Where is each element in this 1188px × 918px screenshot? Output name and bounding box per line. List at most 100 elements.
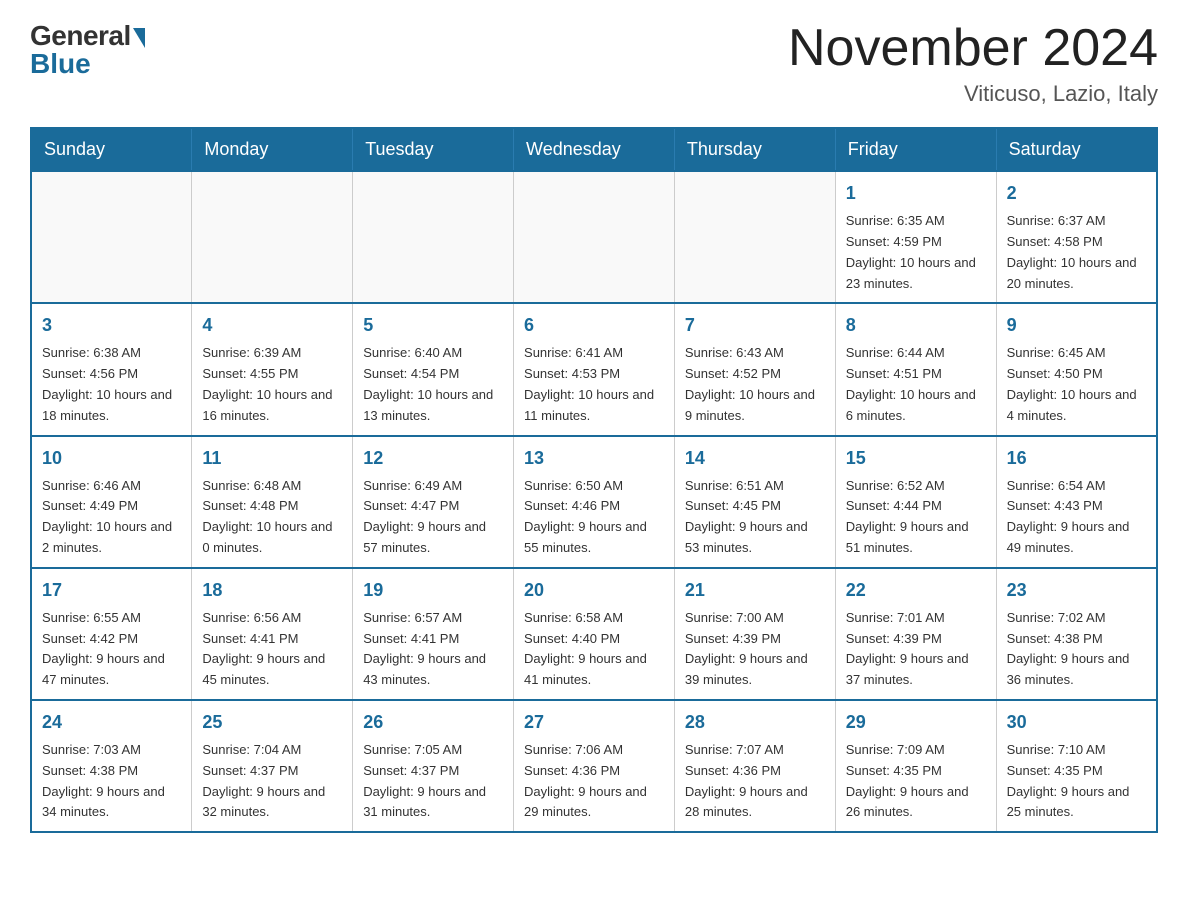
- day-number: 14: [685, 445, 825, 472]
- calendar-day-cell: 19 Sunrise: 6:57 AM Sunset: 4:41 PM Dayli…: [353, 568, 514, 700]
- calendar-week-row: 3 Sunrise: 6:38 AM Sunset: 4:56 PM Daylig…: [31, 303, 1157, 435]
- calendar-week-row: 10 Sunrise: 6:46 AM Sunset: 4:49 PM Dayli…: [31, 436, 1157, 568]
- calendar-day-cell: [514, 171, 675, 303]
- day-info: Sunrise: 6:54 AM Sunset: 4:43 PM Dayligh…: [1007, 476, 1146, 559]
- calendar-day-cell: 4 Sunrise: 6:39 AM Sunset: 4:55 PM Daylig…: [192, 303, 353, 435]
- day-info: Sunrise: 6:51 AM Sunset: 4:45 PM Dayligh…: [685, 476, 825, 559]
- day-number: 24: [42, 709, 181, 736]
- day-number: 2: [1007, 180, 1146, 207]
- day-number: 17: [42, 577, 181, 604]
- calendar-day-cell: 30Sunrise: 7:10 AM Sunset: 4:35 PM Dayli…: [996, 700, 1157, 832]
- day-info: Sunrise: 7:01 AM Sunset: 4:39 PM Dayligh…: [846, 608, 986, 691]
- day-number: 28: [685, 709, 825, 736]
- day-number: 6: [524, 312, 664, 339]
- calendar-day-cell: 13Sunrise: 6:50 AM Sunset: 4:46 PM Dayli…: [514, 436, 675, 568]
- location-text: Viticuso, Lazio, Italy: [788, 81, 1158, 107]
- day-info: Sunrise: 6:40 AM Sunset: 4:54 PM Dayligh…: [363, 343, 503, 426]
- day-info: Sunrise: 7:10 AM Sunset: 4:35 PM Dayligh…: [1007, 740, 1146, 823]
- day-info: Sunrise: 6:48 AM Sunset: 4:48 PM Dayligh…: [202, 476, 342, 559]
- day-number: 5: [363, 312, 503, 339]
- calendar-day-cell: 3 Sunrise: 6:38 AM Sunset: 4:56 PM Daylig…: [31, 303, 192, 435]
- day-info: Sunrise: 6:44 AM Sunset: 4:51 PM Dayligh…: [846, 343, 986, 426]
- calendar-day-cell: 10 Sunrise: 6:46 AM Sunset: 4:49 PM Dayli…: [31, 436, 192, 568]
- calendar-day-cell: 8Sunrise: 6:44 AM Sunset: 4:51 PM Daylig…: [835, 303, 996, 435]
- calendar-day-cell: [31, 171, 192, 303]
- day-number: 1: [846, 180, 986, 207]
- calendar-day-cell: 22 Sunrise: 7:01 AM Sunset: 4:39 PM Dayli…: [835, 568, 996, 700]
- calendar-day-cell: 29 Sunrise: 7:09 AM Sunset: 4:35 PM Dayli…: [835, 700, 996, 832]
- day-info: Sunrise: 7:00 AM Sunset: 4:39 PM Dayligh…: [685, 608, 825, 691]
- calendar-table: SundayMondayTuesdayWednesdayThursdayFrid…: [30, 127, 1158, 833]
- calendar-day-cell: 7Sunrise: 6:43 AM Sunset: 4:52 PM Daylig…: [674, 303, 835, 435]
- day-info: Sunrise: 7:09 AM Sunset: 4:35 PM Dayligh…: [846, 740, 986, 823]
- calendar-header-cell: Thursday: [674, 128, 835, 171]
- calendar-header-cell: Monday: [192, 128, 353, 171]
- day-info: Sunrise: 6:43 AM Sunset: 4:52 PM Dayligh…: [685, 343, 825, 426]
- calendar-day-cell: 5 Sunrise: 6:40 AM Sunset: 4:54 PM Daylig…: [353, 303, 514, 435]
- day-info: Sunrise: 7:03 AM Sunset: 4:38 PM Dayligh…: [42, 740, 181, 823]
- day-number: 4: [202, 312, 342, 339]
- calendar-day-cell: 6 Sunrise: 6:41 AM Sunset: 4:53 PM Daylig…: [514, 303, 675, 435]
- day-number: 18: [202, 577, 342, 604]
- calendar-day-cell: 2Sunrise: 6:37 AM Sunset: 4:58 PM Daylig…: [996, 171, 1157, 303]
- calendar-day-cell: 24 Sunrise: 7:03 AM Sunset: 4:38 PM Dayli…: [31, 700, 192, 832]
- day-number: 16: [1007, 445, 1146, 472]
- calendar-day-cell: 15 Sunrise: 6:52 AM Sunset: 4:44 PM Dayli…: [835, 436, 996, 568]
- day-info: Sunrise: 6:39 AM Sunset: 4:55 PM Dayligh…: [202, 343, 342, 426]
- day-number: 26: [363, 709, 503, 736]
- day-info: Sunrise: 6:35 AM Sunset: 4:59 PM Dayligh…: [846, 211, 986, 294]
- calendar-day-cell: 23Sunrise: 7:02 AM Sunset: 4:38 PM Dayli…: [996, 568, 1157, 700]
- day-number: 15: [846, 445, 986, 472]
- calendar-day-cell: [674, 171, 835, 303]
- day-info: Sunrise: 6:50 AM Sunset: 4:46 PM Dayligh…: [524, 476, 664, 559]
- calendar-day-cell: 9Sunrise: 6:45 AM Sunset: 4:50 PM Daylig…: [996, 303, 1157, 435]
- calendar-day-cell: 25Sunrise: 7:04 AM Sunset: 4:37 PM Dayli…: [192, 700, 353, 832]
- day-info: Sunrise: 6:56 AM Sunset: 4:41 PM Dayligh…: [202, 608, 342, 691]
- day-info: Sunrise: 7:02 AM Sunset: 4:38 PM Dayligh…: [1007, 608, 1146, 691]
- calendar-day-cell: [192, 171, 353, 303]
- calendar-body: 1 Sunrise: 6:35 AM Sunset: 4:59 PM Daylig…: [31, 171, 1157, 832]
- calendar-week-row: 24 Sunrise: 7:03 AM Sunset: 4:38 PM Dayli…: [31, 700, 1157, 832]
- day-info: Sunrise: 6:46 AM Sunset: 4:49 PM Dayligh…: [42, 476, 181, 559]
- calendar-header-cell: Friday: [835, 128, 996, 171]
- day-info: Sunrise: 7:05 AM Sunset: 4:37 PM Dayligh…: [363, 740, 503, 823]
- calendar-day-cell: 1 Sunrise: 6:35 AM Sunset: 4:59 PM Daylig…: [835, 171, 996, 303]
- day-number: 27: [524, 709, 664, 736]
- day-info: Sunrise: 6:38 AM Sunset: 4:56 PM Dayligh…: [42, 343, 181, 426]
- calendar-header: SundayMondayTuesdayWednesdayThursdayFrid…: [31, 128, 1157, 171]
- title-block: November 2024 Viticuso, Lazio, Italy: [788, 20, 1158, 107]
- day-number: 9: [1007, 312, 1146, 339]
- calendar-day-cell: 17Sunrise: 6:55 AM Sunset: 4:42 PM Dayli…: [31, 568, 192, 700]
- calendar-week-row: 1 Sunrise: 6:35 AM Sunset: 4:59 PM Daylig…: [31, 171, 1157, 303]
- day-number: 19: [363, 577, 503, 604]
- logo-arrow-icon: [133, 28, 145, 48]
- day-number: 22: [846, 577, 986, 604]
- calendar-week-row: 17Sunrise: 6:55 AM Sunset: 4:42 PM Dayli…: [31, 568, 1157, 700]
- calendar-day-cell: 28 Sunrise: 7:07 AM Sunset: 4:36 PM Dayli…: [674, 700, 835, 832]
- calendar-day-cell: 11Sunrise: 6:48 AM Sunset: 4:48 PM Dayli…: [192, 436, 353, 568]
- calendar-header-cell: Sunday: [31, 128, 192, 171]
- month-title: November 2024: [788, 20, 1158, 77]
- day-number: 21: [685, 577, 825, 604]
- day-info: Sunrise: 7:06 AM Sunset: 4:36 PM Dayligh…: [524, 740, 664, 823]
- calendar-day-cell: 20Sunrise: 6:58 AM Sunset: 4:40 PM Dayli…: [514, 568, 675, 700]
- calendar-day-cell: 27 Sunrise: 7:06 AM Sunset: 4:36 PM Dayli…: [514, 700, 675, 832]
- day-info: Sunrise: 7:04 AM Sunset: 4:37 PM Dayligh…: [202, 740, 342, 823]
- day-info: Sunrise: 6:41 AM Sunset: 4:53 PM Dayligh…: [524, 343, 664, 426]
- day-number: 10: [42, 445, 181, 472]
- calendar-day-cell: [353, 171, 514, 303]
- day-info: Sunrise: 7:07 AM Sunset: 4:36 PM Dayligh…: [685, 740, 825, 823]
- calendar-header-cell: Wednesday: [514, 128, 675, 171]
- calendar-day-cell: 21 Sunrise: 7:00 AM Sunset: 4:39 PM Dayli…: [674, 568, 835, 700]
- day-info: Sunrise: 6:57 AM Sunset: 4:41 PM Dayligh…: [363, 608, 503, 691]
- day-info: Sunrise: 6:49 AM Sunset: 4:47 PM Dayligh…: [363, 476, 503, 559]
- calendar-header-row: SundayMondayTuesdayWednesdayThursdayFrid…: [31, 128, 1157, 171]
- logo-blue-text: Blue: [30, 48, 91, 80]
- logo: General Blue: [30, 20, 145, 80]
- calendar-header-cell: Tuesday: [353, 128, 514, 171]
- day-number: 3: [42, 312, 181, 339]
- day-info: Sunrise: 6:58 AM Sunset: 4:40 PM Dayligh…: [524, 608, 664, 691]
- calendar-day-cell: 12Sunrise: 6:49 AM Sunset: 4:47 PM Dayli…: [353, 436, 514, 568]
- day-number: 29: [846, 709, 986, 736]
- day-info: Sunrise: 6:52 AM Sunset: 4:44 PM Dayligh…: [846, 476, 986, 559]
